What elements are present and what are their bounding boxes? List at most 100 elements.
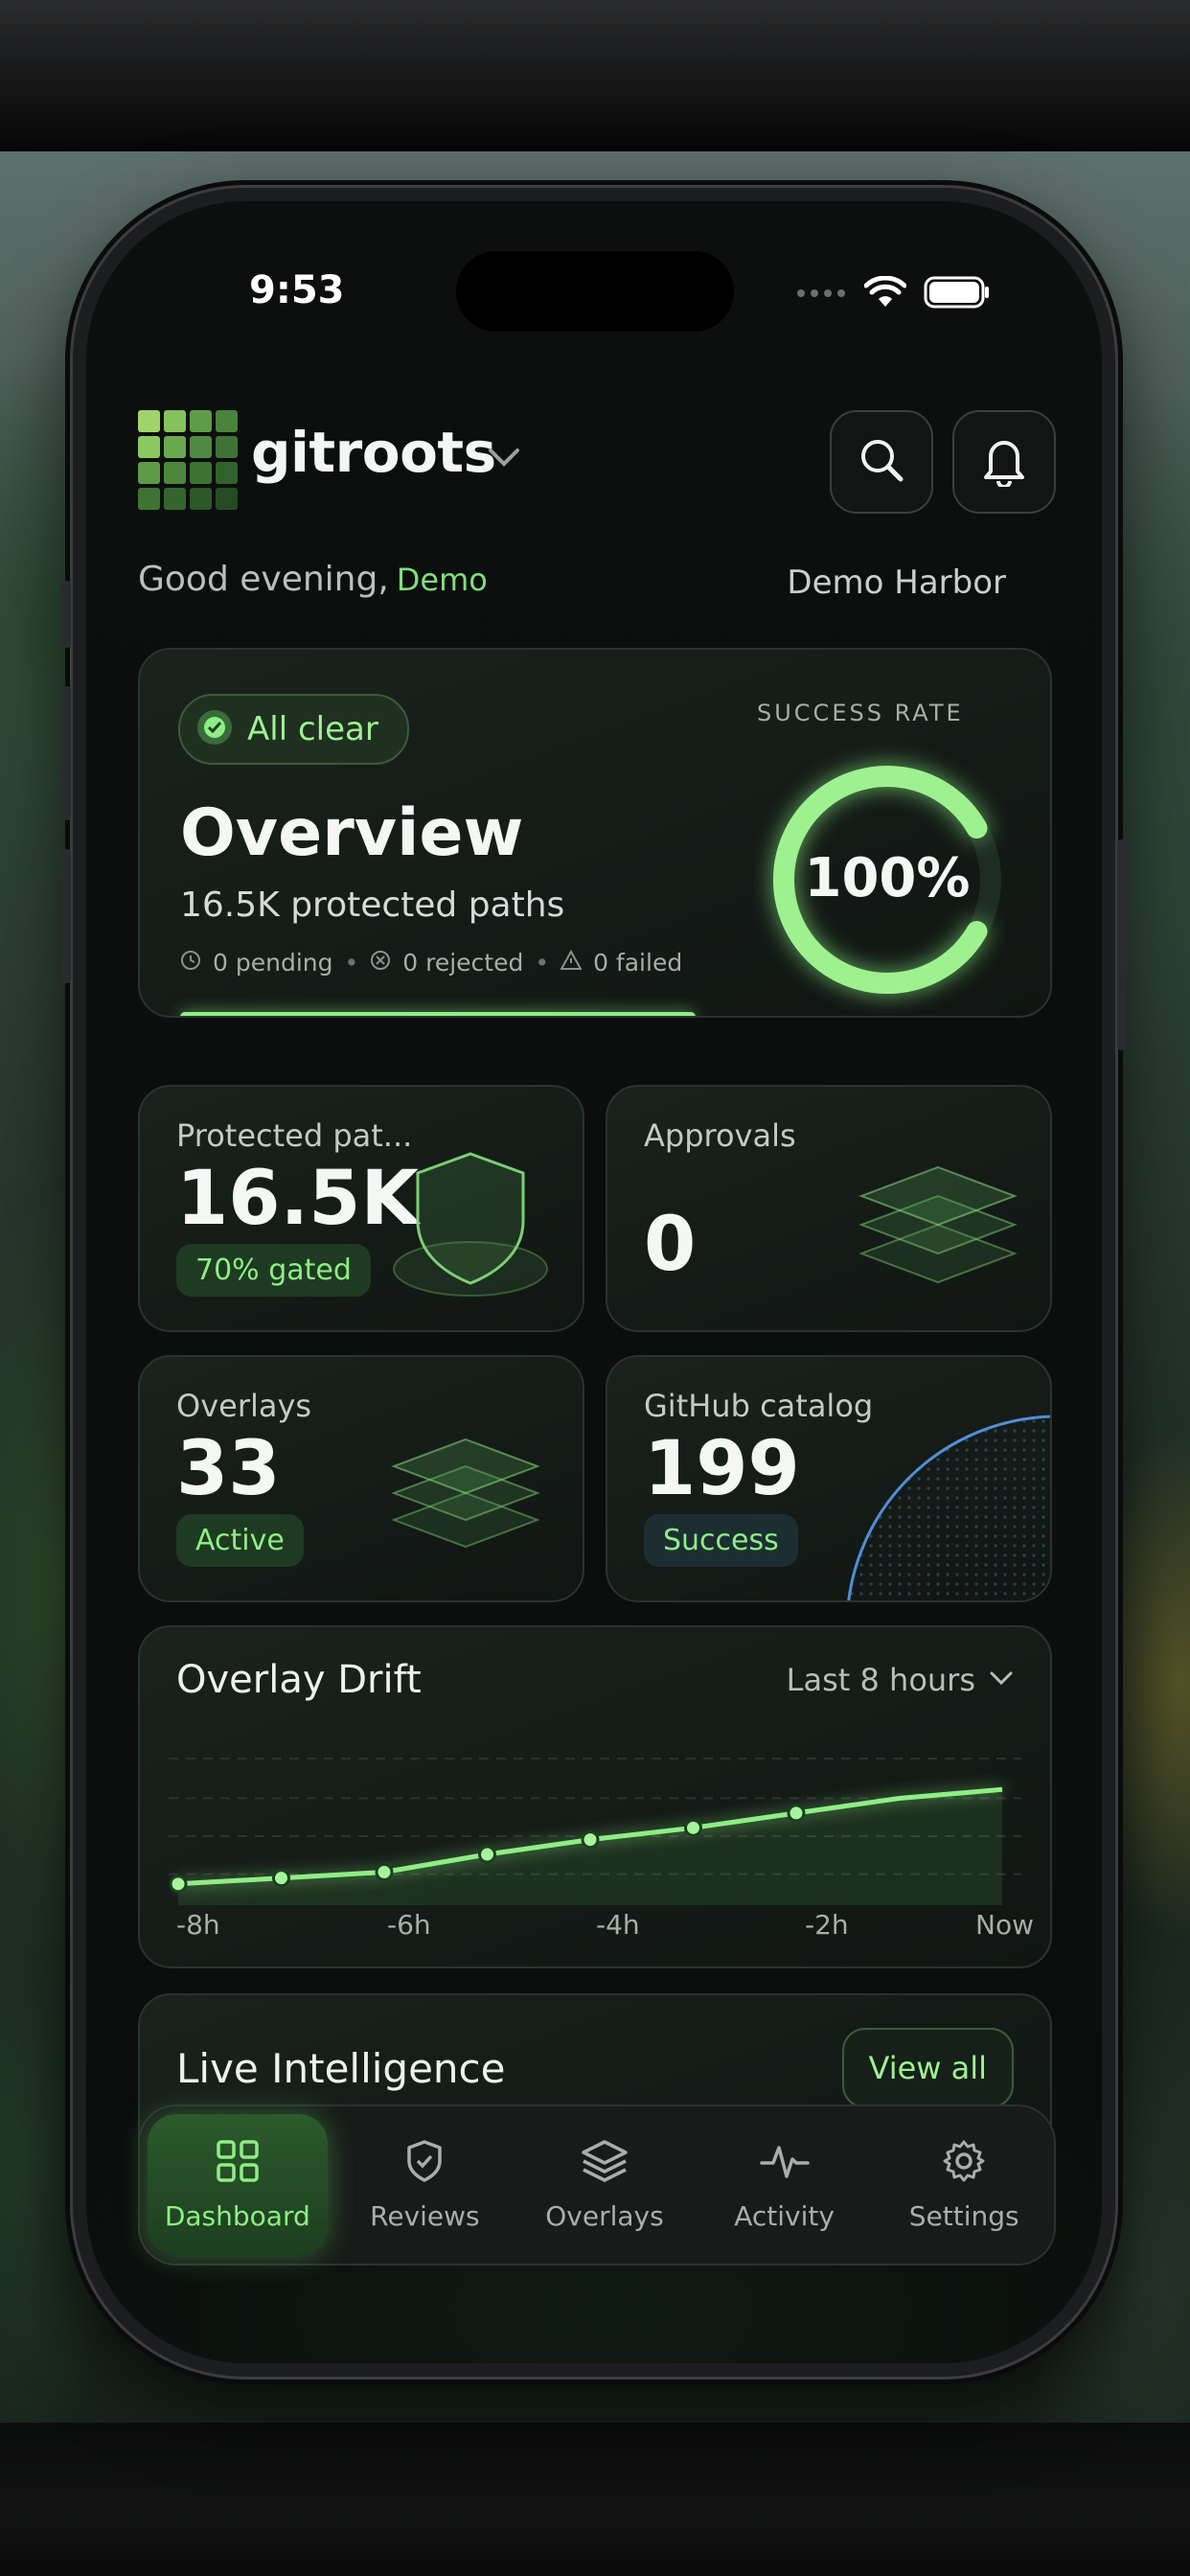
logo-cell xyxy=(164,410,186,432)
protected-paths-card[interactable]: Protected pat... 16.5K 70% gated xyxy=(138,1085,584,1332)
layers-stack-icon xyxy=(847,1129,1029,1296)
data-point[interactable] xyxy=(684,1818,702,1837)
status-badge: All clear xyxy=(178,694,409,765)
separator-dot: • xyxy=(344,949,359,977)
overlays-status-badge: Active xyxy=(176,1514,304,1567)
overview-subtitle: 16.5K protected paths xyxy=(180,886,565,925)
logo-cell xyxy=(138,436,160,458)
dashboard-icon xyxy=(215,2138,261,2191)
nav-dashboard[interactable]: Dashboard xyxy=(148,2114,328,2256)
failed-count: 0 failed xyxy=(593,949,683,977)
greeting: Good evening, Demo xyxy=(138,560,488,599)
dynamic-island xyxy=(456,251,734,332)
data-point[interactable] xyxy=(272,1869,290,1888)
logo-cell xyxy=(164,462,186,484)
status-badge-label: All clear xyxy=(247,710,378,748)
nav-activity[interactable]: Activity xyxy=(695,2106,875,2264)
logo-cell xyxy=(138,488,160,510)
logo-cell xyxy=(216,436,238,458)
data-point[interactable] xyxy=(169,1874,188,1894)
x-tick-label: -6h xyxy=(387,1909,431,1941)
drift-range-label: Last 8 hours xyxy=(786,1662,975,1698)
action-button xyxy=(61,581,71,648)
notifications-button[interactable] xyxy=(952,410,1056,514)
nav-settings[interactable]: Settings xyxy=(874,2106,1054,2264)
status-icons xyxy=(795,275,991,312)
logo-cell xyxy=(138,462,160,484)
logo-cell xyxy=(138,410,160,432)
success-rate-value: 100% xyxy=(804,847,971,909)
signal-icon xyxy=(795,286,847,304)
search-button[interactable] xyxy=(830,410,933,514)
approvals-label: Approvals xyxy=(644,1117,796,1154)
approvals-card[interactable]: Approvals 0 xyxy=(606,1085,1052,1332)
separator-dot: • xyxy=(535,949,550,977)
pending-count: 0 pending xyxy=(213,949,333,977)
bell-icon xyxy=(979,433,1029,491)
greeting-text: Good evening, xyxy=(138,560,389,599)
data-point[interactable] xyxy=(787,1804,806,1823)
wifi-icon xyxy=(863,275,907,312)
drift-chart xyxy=(169,1758,1021,1905)
x-tick-label: -8h xyxy=(176,1909,220,1941)
gitroots-logo xyxy=(138,410,238,510)
view-all-button[interactable]: View all xyxy=(841,2028,1014,2108)
logo-cell xyxy=(190,488,212,510)
app-screen: 9:53 gitroots Good evening, Demo Demo Ha… xyxy=(86,201,1102,2363)
overview-counts: 0 pending • 0 rejected • 0 failed xyxy=(180,949,682,977)
power-button xyxy=(1117,840,1127,1050)
nav-label: Reviews xyxy=(370,2200,480,2232)
rejected-count: 0 rejected xyxy=(402,949,524,977)
overlay-drift-card[interactable]: Overlay Drift Last 8 hours -8h -6h -4h -2h N… xyxy=(138,1625,1052,1968)
x-tick-label: Now xyxy=(975,1909,1034,1941)
approvals-value: 0 xyxy=(644,1202,697,1288)
overview-progress-fill xyxy=(180,1012,696,1016)
nav-overlays[interactable]: Overlays xyxy=(515,2106,695,2264)
x-tick-label: -4h xyxy=(596,1909,640,1941)
volume-down-button xyxy=(61,849,71,983)
clock-icon xyxy=(180,949,201,977)
shield-icon xyxy=(389,1144,552,1311)
chevron-down-icon xyxy=(989,1670,1014,1690)
warning-icon xyxy=(560,949,583,977)
x-tick-label: -2h xyxy=(805,1909,849,1941)
nav-label: Activity xyxy=(734,2200,835,2232)
wallpaper-bottom xyxy=(0,2423,1190,2576)
logo-cell xyxy=(190,436,212,458)
overview-title: Overview xyxy=(180,795,524,871)
nav-reviews[interactable]: Reviews xyxy=(335,2106,515,2264)
logo-cell xyxy=(190,410,212,432)
wallpaper-top xyxy=(0,0,1190,151)
brand-name[interactable]: gitroots xyxy=(251,420,496,485)
bottom-nav: Dashboard Reviews Overlays Activity Sett… xyxy=(138,2104,1056,2266)
user-name: Demo xyxy=(396,562,488,598)
protected-paths-value: 16.5K xyxy=(176,1156,419,1242)
success-rate-label: SUCCESS RATE xyxy=(757,700,964,726)
drift-range-select[interactable]: Last 8 hours xyxy=(787,1662,1014,1698)
data-point[interactable] xyxy=(478,1845,496,1864)
logo-cell xyxy=(216,488,238,510)
volume-up-button xyxy=(61,686,71,820)
protected-paths-label: Protected pat... xyxy=(176,1117,413,1154)
globe-graphic xyxy=(847,1414,1050,1600)
overview-progress-track xyxy=(180,1012,696,1016)
github-catalog-label: GitHub catalog xyxy=(644,1388,874,1424)
overlays-label: Overlays xyxy=(176,1388,312,1424)
chevron-down-icon[interactable] xyxy=(487,447,521,472)
overview-card[interactable]: All clear Overview 16.5K protected paths… xyxy=(138,648,1052,1018)
activity-icon xyxy=(759,2138,810,2191)
github-catalog-card[interactable]: GitHub catalog 199 Success xyxy=(606,1355,1052,1602)
gear-icon xyxy=(941,2138,987,2191)
overlays-card[interactable]: Overlays 33 Active xyxy=(138,1355,584,1602)
logo-cell xyxy=(164,488,186,510)
workspace-name[interactable]: Demo Harbor xyxy=(787,564,1006,602)
github-catalog-value: 199 xyxy=(644,1426,800,1512)
search-icon xyxy=(857,435,906,489)
data-point[interactable] xyxy=(375,1863,394,1882)
phone-frame: 9:53 gitroots Good evening, Demo Demo Ha… xyxy=(61,188,1127,2377)
drift-title: Overlay Drift xyxy=(176,1658,422,1702)
data-point[interactable] xyxy=(581,1830,600,1850)
nav-label: Settings xyxy=(908,2200,1019,2232)
logo-cell xyxy=(216,410,238,432)
shield-check-icon xyxy=(401,2138,447,2191)
